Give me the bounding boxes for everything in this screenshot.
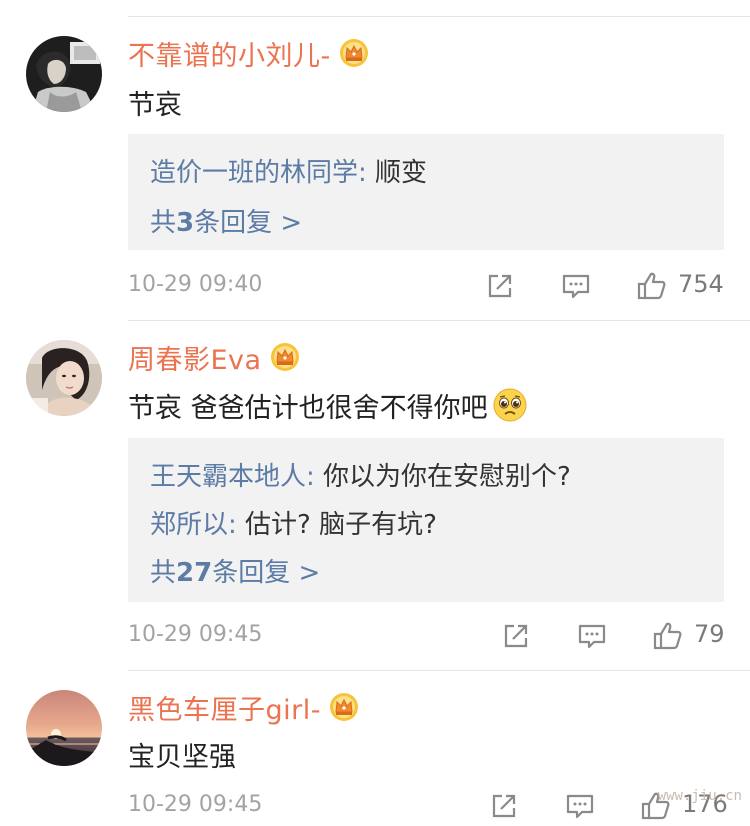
comment-meta-row: 10-29 09:45 79: [128, 616, 725, 656]
reply-text: 估计? 脑子有坑?: [245, 510, 437, 540]
username[interactable]: 黑色车厘子girl-: [128, 688, 321, 727]
more-replies-link[interactable]: 共27条回复 >: [150, 552, 320, 589]
top-divider: [128, 16, 750, 17]
username-row: 周春影Eva: [128, 338, 300, 377]
comment-text-content: 节哀: [128, 89, 182, 121]
more-replies-suffix: 条回复 >: [212, 558, 321, 588]
comment-meta-row: 10-29 09:45 176: [128, 786, 728, 826]
timestamp: 10-29 09:45: [128, 622, 263, 647]
avatar[interactable]: [26, 36, 102, 112]
share-icon[interactable]: [500, 620, 532, 652]
pleading-face-emoji: [492, 387, 528, 423]
comment-icon[interactable]: [564, 790, 596, 822]
comment-divider: [128, 670, 750, 671]
comment-text: 节哀 爸爸估计也很舍不得你吧: [128, 386, 528, 424]
more-replies-prefix: 共: [150, 208, 177, 238]
avatar[interactable]: [26, 340, 102, 416]
share-icon[interactable]: [488, 790, 520, 822]
reply-line[interactable]: 郑所以: 估计? 脑子有坑?: [150, 504, 437, 541]
comment-text: 宝贝坚强: [128, 736, 236, 773]
comment-icon[interactable]: [576, 620, 608, 652]
timestamp: 10-29 09:40: [128, 272, 263, 297]
reply-separator: :: [358, 158, 376, 188]
more-replies-count: 27: [176, 558, 213, 588]
reply-username[interactable]: 王天霸本地人: [150, 462, 306, 492]
thumbs-up-icon[interactable]: [652, 620, 684, 652]
comment-text-content: 节哀 爸爸估计也很舍不得你吧: [128, 392, 488, 424]
more-replies-suffix: 条回复 >: [194, 208, 303, 238]
username[interactable]: 周春影Eva: [128, 338, 262, 377]
watermark: www.jiu.cn: [657, 788, 742, 804]
reply-line[interactable]: 造价一班的林同学: 顺变: [150, 152, 427, 189]
username-row: 黑色车厘子girl-: [128, 688, 359, 727]
thumbs-up-icon[interactable]: [636, 270, 668, 302]
reply-separator: :: [228, 510, 246, 540]
comment-icon[interactable]: [560, 270, 592, 302]
comment-text: 节哀: [128, 84, 182, 121]
reply-line[interactable]: 王天霸本地人: 你以为你在安慰别个?: [150, 456, 571, 493]
reply-username[interactable]: 郑所以: [150, 510, 228, 540]
reply-box[interactable]: 造价一班的林同学: 顺变 共3条回复 >: [128, 134, 724, 250]
reply-username[interactable]: 造价一班的林同学: [150, 158, 358, 188]
reply-separator: :: [306, 462, 324, 492]
crown-icon: [339, 38, 369, 68]
reply-text: 顺变: [375, 158, 428, 188]
comment-divider: [128, 320, 750, 321]
reply-box[interactable]: 王天霸本地人: 你以为你在安慰别个? 郑所以: 估计? 脑子有坑? 共27条回复…: [128, 438, 724, 602]
crown-icon: [329, 692, 359, 722]
more-replies-prefix: 共: [150, 558, 177, 588]
like-count: 79: [694, 620, 725, 648]
like-count: 754: [678, 270, 724, 298]
reply-text: 你以为你在安慰别个?: [323, 462, 571, 492]
share-icon[interactable]: [484, 270, 516, 302]
crown-icon: [270, 342, 300, 372]
comment-text-content: 宝贝坚强: [128, 741, 236, 773]
username-row: 不靠谱的小刘儿-: [128, 34, 369, 73]
comment-meta-row: 10-29 09:40 754: [128, 266, 724, 306]
avatar[interactable]: [26, 690, 102, 766]
username[interactable]: 不靠谱的小刘儿-: [128, 34, 331, 73]
timestamp: 10-29 09:45: [128, 792, 263, 817]
more-replies-link[interactable]: 共3条回复 >: [150, 202, 302, 239]
more-replies-count: 3: [176, 208, 195, 238]
